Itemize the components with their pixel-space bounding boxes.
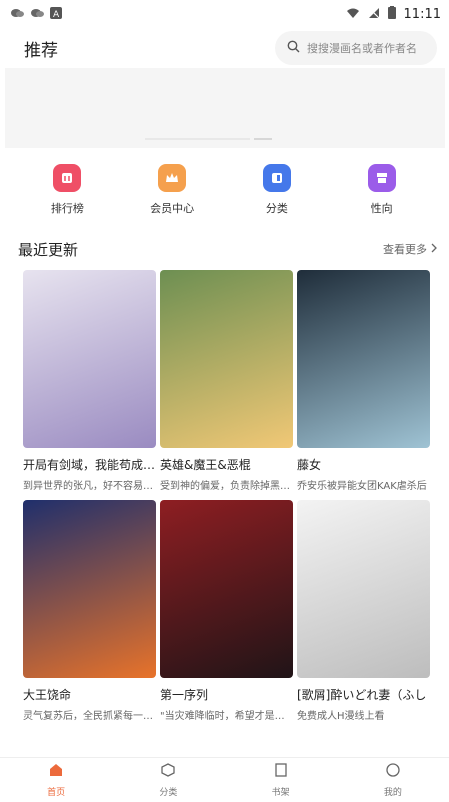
comic-cover <box>297 500 430 678</box>
ranking-icon <box>53 164 82 192</box>
comic-desc: 到异世界的张凡，好不容易成了 <box>23 481 156 492</box>
comic-desc: 乔安乐被异能女团KAK虐杀后 <box>297 481 427 492</box>
crown-icon <box>158 164 187 192</box>
page-title: 推荐 <box>24 40 58 61</box>
comic-card[interactable]: [歌屑]酔いどれ妻（ふし 免费成人H漫线上看 <box>297 500 430 722</box>
header: 推荐 搜搜漫画名或者作者名 <box>0 28 449 68</box>
app-icon: A <box>50 6 62 22</box>
comic-title: 藤女 <box>297 458 322 472</box>
tab-profile[interactable]: 我的 <box>337 758 449 802</box>
status-bar: A 11:11 <box>0 0 449 28</box>
svg-text:A: A <box>53 10 60 19</box>
carousel-indicator <box>145 138 272 140</box>
category-shortcuts: 排行榜 会员中心 分类 性向 <box>0 164 449 224</box>
tab-label: 书架 <box>271 788 290 798</box>
comic-desc: "当灾难降临时，希望才是最珍 <box>160 711 293 722</box>
shortcut-label: 性向 <box>370 202 393 215</box>
carousel-dot <box>145 138 250 140</box>
comic-title: 大王饶命 <box>23 688 72 702</box>
shortcut-orientation[interactable]: 性向 <box>337 164 427 224</box>
comic-cover <box>297 270 430 448</box>
shortcut-label: 会员中心 <box>150 202 195 215</box>
recent-updates-header: 最近更新 查看更多 <box>18 235 438 263</box>
wechat-icon <box>30 7 44 22</box>
comic-card[interactable]: 藤女 乔安乐被异能女团KAK虐杀后 <box>297 270 430 492</box>
section-title: 最近更新 <box>18 240 79 259</box>
shortcut-ranking[interactable]: 排行榜 <box>22 164 112 224</box>
comic-cover <box>23 500 156 678</box>
see-more-link[interactable]: 查看更多 <box>383 241 438 257</box>
search-input[interactable]: 搜搜漫画名或者作者名 <box>275 31 437 65</box>
comic-title: 英雄&魔王&恶棍 <box>160 458 251 472</box>
carousel-dot-active <box>254 138 272 140</box>
clock: 11:11 <box>403 6 441 22</box>
home-icon <box>48 762 64 782</box>
tab-home[interactable]: 首页 <box>0 758 112 802</box>
see-more-label: 查看更多 <box>383 243 427 256</box>
chat-icon <box>10 7 24 22</box>
chevron-right-icon <box>430 243 438 256</box>
comic-card[interactable]: 大王饶命 灵气复苏后，全民抓紧每一分秒 <box>23 500 156 722</box>
battery-icon <box>387 6 396 22</box>
comic-desc: 免费成人H漫线上看 <box>297 711 385 722</box>
tab-label: 首页 <box>47 788 66 798</box>
shortcut-label: 分类 <box>265 202 288 215</box>
search-icon <box>287 40 300 56</box>
comic-title: [歌屑]酔いどれ妻（ふし <box>297 688 427 702</box>
profile-icon <box>385 762 401 782</box>
signal-icon <box>368 7 380 22</box>
book-icon <box>273 762 289 782</box>
tab-label: 分类 <box>159 788 178 798</box>
category-icon <box>262 164 291 192</box>
comic-desc: 灵气复苏后，全民抓紧每一分秒 <box>23 711 156 722</box>
tab-bookshelf[interactable]: 书架 <box>225 758 337 802</box>
search-placeholder: 搜搜漫画名或者作者名 <box>307 42 417 55</box>
shop-icon <box>367 164 396 192</box>
comic-desc: 受到神的偏爱，负责除掉黑魔王 <box>160 481 293 492</box>
comic-cover <box>23 270 156 448</box>
shortcut-label: 排行榜 <box>50 202 84 215</box>
comic-cover <box>160 500 293 678</box>
bottom-tab-bar: 首页 分类 书架 我的 <box>0 757 449 802</box>
banner-carousel[interactable] <box>5 68 445 148</box>
comic-card[interactable]: 英雄&魔王&恶棍 受到神的偏爱，负责除掉黑魔王 <box>160 270 293 492</box>
tab-label: 我的 <box>383 788 402 798</box>
cube-icon <box>160 762 176 782</box>
shortcut-category[interactable]: 分类 <box>232 164 322 224</box>
comic-card[interactable]: 开局有剑域，我能苟成剑神 到异世界的张凡，好不容易成了 <box>23 270 156 492</box>
comic-cover <box>160 270 293 448</box>
comic-card[interactable]: 第一序列 "当灾难降临时，希望才是最珍 <box>160 500 293 722</box>
comic-grid: 开局有剑域，我能苟成剑神 到异世界的张凡，好不容易成了 英雄&魔王&恶棍 受到神… <box>23 270 431 722</box>
comic-title: 开局有剑域，我能苟成剑神 <box>23 458 156 472</box>
wifi-icon <box>346 7 360 22</box>
shortcut-vip[interactable]: 会员中心 <box>127 164 217 224</box>
tab-category[interactable]: 分类 <box>112 758 224 802</box>
comic-title: 第一序列 <box>160 688 209 702</box>
